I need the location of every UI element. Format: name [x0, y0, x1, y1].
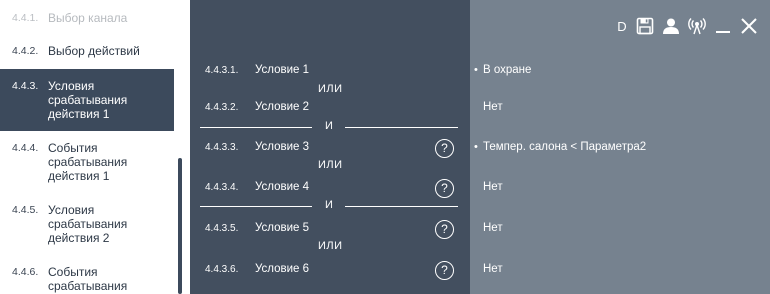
bullet: •: [474, 141, 478, 153]
sidebar-item-number: 4.4.6.: [12, 266, 39, 278]
value-text: Темпер. салона < Параметра2: [483, 141, 647, 153]
sidebar-item-number: 4.4.4.: [12, 142, 39, 154]
help-icon[interactable]: ?: [435, 139, 454, 158]
condition-row[interactable]: 4.4.3.3. Условие 3 ?: [190, 139, 470, 158]
user-icon[interactable]: [658, 14, 684, 38]
sidebar-item-number: 4.4.3.: [12, 80, 39, 92]
condition-number: 4.4.3.1.: [205, 65, 239, 76]
minimize-icon[interactable]: [710, 14, 736, 38]
condition-number: 4.4.3.3.: [205, 142, 239, 153]
condition-name: Условие 4: [255, 181, 310, 193]
separator-line: [200, 127, 312, 128]
help-icon[interactable]: ?: [435, 179, 454, 198]
sidebar: 4.4.1. Выбор канала 4.4.2. Выбор действи…: [0, 0, 190, 294]
sidebar-item-label: Условия срабатывания действия 2: [48, 203, 128, 245]
separator-line: [200, 206, 312, 207]
condition-name: Условие 1: [255, 64, 310, 76]
separator-line: [345, 206, 458, 207]
sidebar-item-label: События срабатывания действия 1: [48, 141, 128, 183]
condition-row[interactable]: 4.4.3.1. Условие 1: [190, 63, 470, 81]
condition-number: 4.4.3.4.: [205, 182, 239, 193]
condition-name: Условие 6: [255, 263, 310, 275]
close-icon[interactable]: [736, 14, 762, 38]
or-label: ИЛИ: [318, 83, 343, 95]
value-text: Нет: [483, 263, 503, 275]
sidebar-item-label: Выбор канала: [48, 11, 128, 25]
condition-row[interactable]: 4.4.3.5. Условие 5 ?: [190, 220, 470, 239]
condition-row[interactable]: 4.4.3.4. Условие 4 ?: [190, 179, 470, 198]
d-button[interactable]: D: [612, 14, 632, 38]
and-separator: И: [200, 199, 458, 213]
sidebar-item-label: События срабатывания: [48, 265, 128, 293]
value-text: Нет: [483, 101, 503, 113]
sidebar-item-number: 4.4.1.: [12, 12, 39, 24]
condition-name: Условие 5: [255, 222, 310, 234]
sidebar-item-channel[interactable]: 4.4.1. Выбор канала: [0, 11, 174, 25]
condition-name: Условие 3: [255, 141, 310, 153]
sidebar-item-label: Условия срабатывания действия 1: [48, 79, 128, 121]
value-text: В охране: [483, 64, 532, 76]
condition-row[interactable]: 4.4.3.6. Условие 6 ?: [190, 261, 470, 280]
sidebar-item-label: Выбор действий: [48, 44, 140, 58]
and-label: И: [325, 199, 333, 211]
or-label: ИЛИ: [318, 240, 343, 252]
sidebar-scrollbar[interactable]: [178, 158, 182, 294]
condition-number: 4.4.3.2.: [205, 102, 239, 113]
sidebar-item-actions[interactable]: 4.4.2. Выбор действий: [0, 44, 174, 58]
bullet: •: [474, 64, 478, 76]
help-icon[interactable]: ?: [435, 261, 454, 280]
sidebar-item-events-1[interactable]: 4.4.4. События срабатывания действия 1: [0, 141, 174, 183]
save-icon[interactable]: [632, 14, 658, 38]
condition-name: Условие 2: [255, 101, 310, 113]
condition-number: 4.4.3.5.: [205, 223, 239, 234]
values-panel: • В охране Нет • Темпер. салона < Параме…: [470, 0, 770, 294]
separator-line: [345, 127, 458, 128]
antenna-icon[interactable]: [684, 14, 710, 38]
sidebar-item-conditions-2[interactable]: 4.4.5. Условия срабатывания действия 2: [0, 203, 174, 245]
toolbar: D: [612, 14, 762, 38]
help-icon[interactable]: ?: [435, 220, 454, 239]
value-text: Нет: [483, 181, 503, 193]
and-separator: И: [200, 120, 458, 134]
condition-number: 4.4.3.6.: [205, 264, 239, 275]
condition-row[interactable]: 4.4.3.2. Условие 2: [190, 100, 470, 118]
sidebar-item-conditions-1[interactable]: 4.4.3. Условия срабатывания действия 1: [0, 69, 174, 131]
sidebar-item-number: 4.4.5.: [12, 204, 39, 216]
or-label: ИЛИ: [318, 159, 343, 171]
conditions-panel: 4.4.3.1. Условие 1 ИЛИ 4.4.3.2. Условие …: [190, 0, 470, 294]
sidebar-item-number: 4.4.2.: [12, 45, 39, 57]
sidebar-item-events-2[interactable]: 4.4.6. События срабатывания: [0, 265, 174, 293]
value-text: Нет: [483, 222, 503, 234]
and-label: И: [325, 120, 333, 132]
